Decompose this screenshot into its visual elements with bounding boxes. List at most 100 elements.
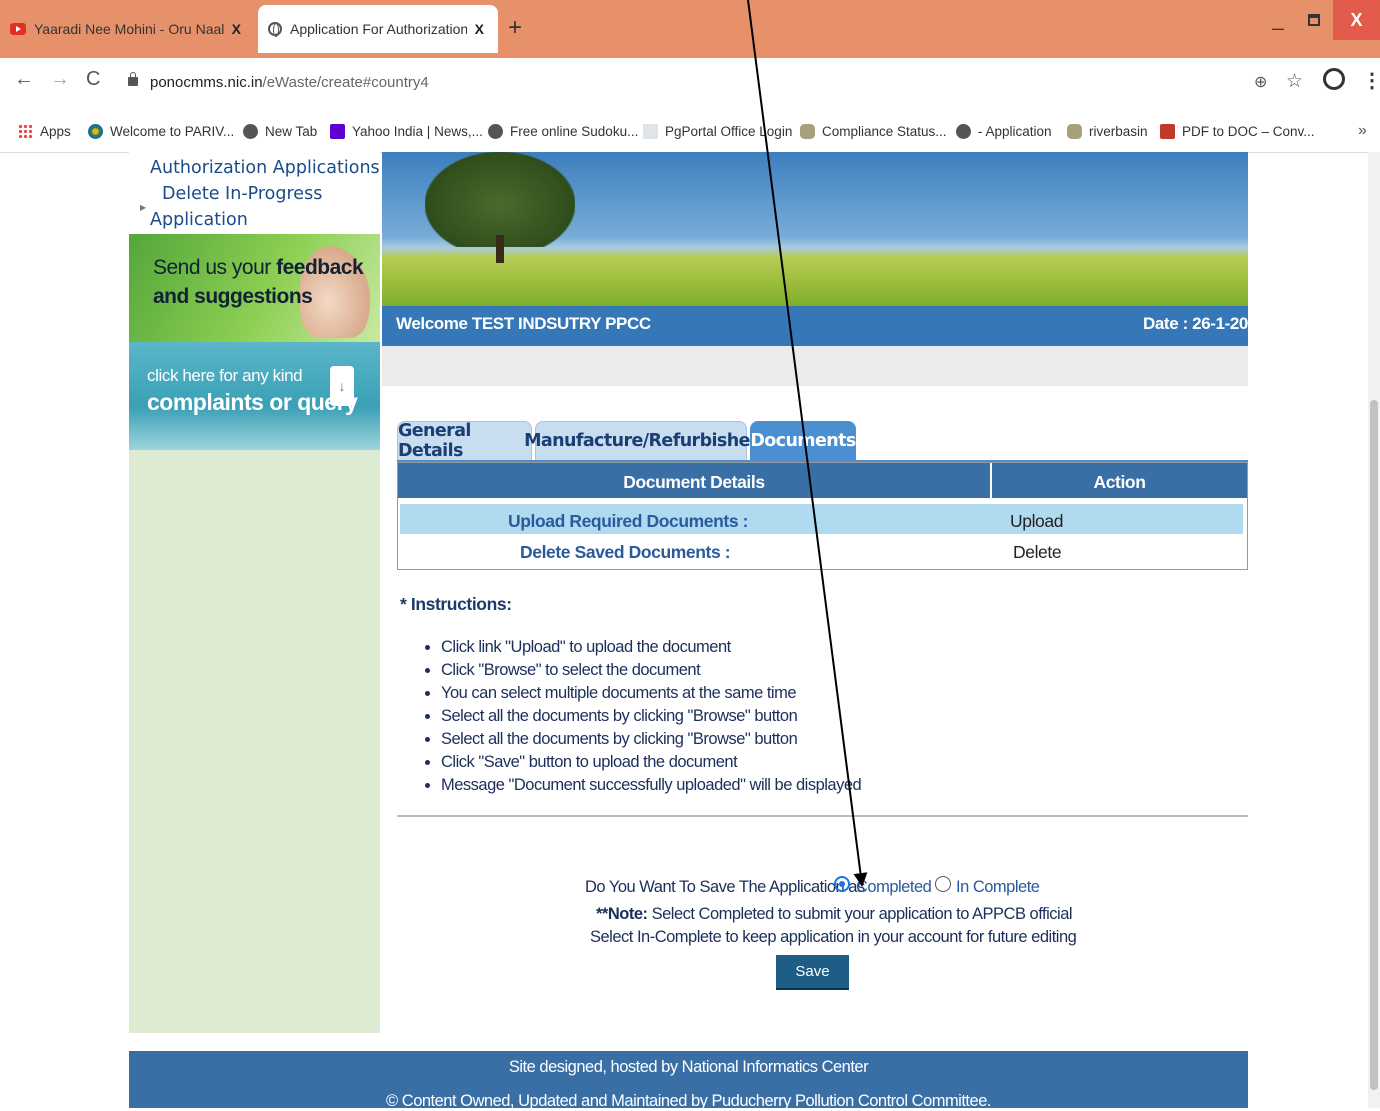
sidebar-link-authorization-applications[interactable]: Authorization Applications (150, 158, 380, 178)
bookmark-label: Welcome to PARIV... (110, 124, 235, 139)
tab-documents[interactable]: Documents (750, 421, 856, 461)
bookmark-pdf-to-doc[interactable]: PDF to DOC – Conv... (1160, 124, 1315, 139)
completed-radio[interactable] (834, 876, 850, 892)
globe-icon (268, 22, 282, 37)
tree-image (425, 152, 575, 247)
incomplete-label[interactable]: In Complete (956, 878, 1040, 897)
gov-emblem-icon (800, 124, 815, 139)
browser-tab-application[interactable]: Application For Authorization X (258, 5, 498, 53)
upload-link[interactable]: Upload (1010, 511, 1063, 532)
bookmark-sudoku[interactable]: Free online Sudoku... (488, 124, 638, 139)
complaints-text-bold: complaints or query (147, 389, 358, 415)
back-button[interactable]: ← (14, 68, 34, 91)
completed-label[interactable]: Completed (856, 878, 932, 897)
bookmark-application[interactable]: - Application (956, 124, 1052, 139)
tab-general-details[interactable]: General Details (397, 421, 532, 461)
zoom-icon[interactable]: ⊕ (1254, 72, 1267, 92)
bookmark-label: PDF to DOC – Conv... (1182, 124, 1315, 139)
list-item: Select all the documents by clicking "Br… (441, 728, 861, 751)
bookmark-label: - Application (978, 124, 1052, 139)
reload-button[interactable]: C (86, 68, 100, 91)
feedback-text-2: and suggestions (153, 285, 313, 308)
lock-icon[interactable] (128, 72, 138, 86)
tab-close-icon[interactable]: X (232, 21, 241, 37)
list-item: You can select multiple documents at the… (441, 682, 861, 705)
bookmark-parivesh[interactable]: Welcome to PARIV... (88, 124, 234, 139)
browser-tab-youtube[interactable]: Yaaradi Nee Mohini - Oru Naalai X (0, 5, 255, 53)
bookmark-riverbasin[interactable]: riverbasin (1067, 124, 1148, 139)
globe-icon (243, 124, 258, 139)
tree-trunk (496, 235, 504, 263)
down-arrow-icon[interactable]: ↓ (330, 366, 354, 406)
bookmark-label: PgPortal Office Login (665, 124, 793, 139)
complaints-text: click here for any kind (147, 366, 303, 385)
sidebar-link-delete-in-progress[interactable]: Delete In-Progress (162, 184, 322, 204)
bookmark-label: Compliance Status... (822, 124, 947, 139)
column-header-action: Action (1093, 472, 1146, 492)
yahoo-icon (330, 124, 345, 139)
globe-icon (956, 124, 971, 139)
parivesh-logo-icon (88, 124, 103, 139)
address-bar[interactable]: ponocmms.nic.in/eWaste/create#country4 (150, 74, 429, 91)
maximize-icon (1308, 14, 1320, 26)
instructions-title: * Instructions: (400, 594, 512, 614)
apps-grid-icon (18, 124, 33, 139)
document-icon (643, 124, 658, 139)
bookmark-new-tab[interactable]: New Tab (243, 124, 317, 139)
incomplete-radio[interactable] (935, 876, 951, 892)
profile-icon[interactable] (1323, 68, 1345, 90)
date-text: Date : 26-1-2021 (1143, 314, 1267, 333)
tab-close-icon[interactable]: X (475, 21, 484, 37)
footer-copyright: © Content Owned, Updated and Maintained … (386, 1092, 991, 1110)
pdf-doc-icon (1160, 124, 1175, 139)
instructions-list: Click link "Upload" to upload the docume… (425, 636, 862, 797)
spacer-bar (382, 346, 1248, 386)
list-item: Select all the documents by clicking "Br… (441, 705, 861, 728)
bullet-arrow-icon: ▶ (140, 203, 147, 212)
footer-credit: Site designed, hosted by National Inform… (508, 1058, 869, 1076)
close-window-button[interactable]: X (1333, 0, 1380, 40)
note-text: **Note: Select Completed to submit your … (596, 905, 1073, 924)
list-item: Click "Save" button to upload the docume… (441, 751, 861, 774)
note-text-2: Select In-Complete to keep application i… (590, 928, 1077, 946)
url-host: ponocmms.nic.in (150, 74, 263, 91)
feedback-bold: feedback (276, 256, 364, 279)
welcome-text: Welcome TEST INDSUTRY PPCC (396, 314, 651, 333)
note-line-1: Select Completed to submit your applicat… (647, 905, 1073, 923)
gov-emblem-icon (1067, 124, 1082, 139)
tab-title: Yaaradi Nee Mohini - Oru Naalai (34, 21, 224, 37)
bookmark-pgportal[interactable]: PgPortal Office Login (643, 124, 792, 139)
save-status-question: Do You Want To Save The Application as (585, 878, 865, 896)
new-tab-button[interactable]: + (508, 14, 522, 42)
globe-icon (488, 124, 503, 139)
save-button[interactable]: Save (776, 955, 849, 990)
bookmark-star-icon[interactable]: ☆ (1286, 70, 1303, 93)
bookmark-label: Free online Sudoku... (510, 124, 639, 139)
delete-link[interactable]: Delete (1013, 542, 1062, 563)
divider (397, 815, 1248, 817)
forward-button[interactable]: → (50, 68, 70, 91)
browser-menu-icon[interactable]: ⋮ (1362, 68, 1380, 93)
list-item: Click "Browse" to select the document (441, 659, 861, 682)
bookmark-label: Yahoo India | News,... (352, 124, 483, 139)
tab-title: Application For Authorization (290, 21, 467, 37)
tab-manufacture-refurbisher[interactable]: Manufacture/Refurbisher (524, 421, 759, 461)
bookmark-compliance[interactable]: Compliance Status... (800, 124, 947, 139)
feedback-prefix: Send us your (153, 256, 277, 279)
list-item: Message "Document successfully uploaded"… (441, 774, 862, 797)
maximize-button[interactable] (1296, 0, 1332, 40)
bookmarks-overflow-button[interactable]: » (1358, 122, 1367, 140)
bookmark-label: riverbasin (1089, 124, 1148, 139)
minimize-button[interactable]: _ (1260, 0, 1296, 40)
bookmark-apps[interactable]: Apps (18, 124, 71, 139)
column-header-document-details: Document Details (623, 472, 765, 492)
bookmark-label: Apps (40, 124, 71, 139)
upload-documents-label: Upload Required Documents : (508, 511, 749, 531)
sidebar-link-application[interactable]: Application (150, 210, 248, 230)
url-path: /eWaste/create#country4 (262, 74, 429, 91)
scrollbar-thumb[interactable] (1370, 400, 1378, 1090)
delete-documents-label: Delete Saved Documents : (520, 542, 731, 562)
bookmark-yahoo[interactable]: Yahoo India | News,... (330, 124, 483, 139)
feedback-text: Send us your feedback (153, 256, 364, 280)
bookmark-label: New Tab (265, 124, 318, 139)
